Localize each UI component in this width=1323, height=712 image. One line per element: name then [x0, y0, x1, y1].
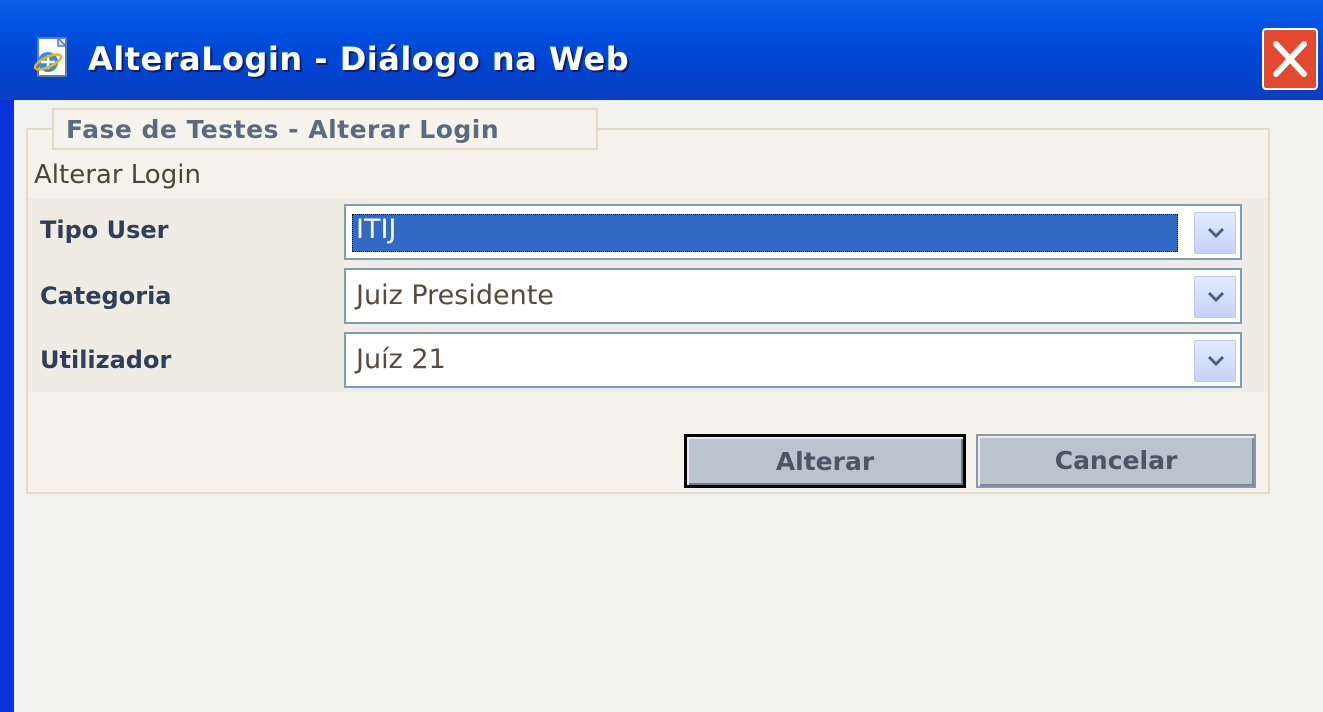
cancelar-button[interactable]: Cancelar	[976, 434, 1256, 488]
selection-highlight	[352, 214, 1178, 252]
section-title: Alterar Login	[34, 160, 201, 190]
legend-text: Fase de Testes - Alterar Login	[66, 115, 500, 144]
categoria-dropdown-button[interactable]	[1194, 276, 1236, 318]
categoria-label: Categoria	[40, 282, 172, 310]
close-button[interactable]	[1262, 28, 1318, 90]
close-icon	[1273, 41, 1307, 77]
utilizador-select[interactable]: Juíz 21	[344, 332, 1242, 388]
tipo-user-label: Tipo User	[40, 216, 169, 244]
tipo-user-select[interactable]: ITIJ	[344, 204, 1242, 260]
dialog-window: AlteraLogin - Diálogo na Web Fase de Tes…	[0, 0, 1323, 712]
alterar-button[interactable]: Alterar	[684, 434, 966, 488]
categoria-select[interactable]: Juiz Presidente	[344, 268, 1242, 324]
utilizador-dropdown-button[interactable]	[1194, 340, 1236, 382]
fieldset-legend: Fase de Testes - Alterar Login	[52, 108, 598, 150]
tipo-user-dropdown-button[interactable]	[1194, 212, 1236, 254]
chevron-down-icon	[1207, 227, 1225, 239]
window-left-border	[0, 100, 14, 712]
window-title: AlteraLogin - Diálogo na Web	[88, 40, 630, 78]
chevron-down-icon	[1207, 291, 1225, 303]
title-bar[interactable]: AlteraLogin - Diálogo na Web	[0, 0, 1323, 100]
utilizador-label: Utilizador	[40, 346, 172, 374]
ie-page-icon	[32, 36, 72, 80]
chevron-down-icon	[1207, 355, 1225, 367]
tipo-user-value: ITIJ	[356, 214, 397, 245]
utilizador-value: Juíz 21	[356, 344, 446, 375]
categoria-value: Juiz Presidente	[356, 280, 554, 311]
